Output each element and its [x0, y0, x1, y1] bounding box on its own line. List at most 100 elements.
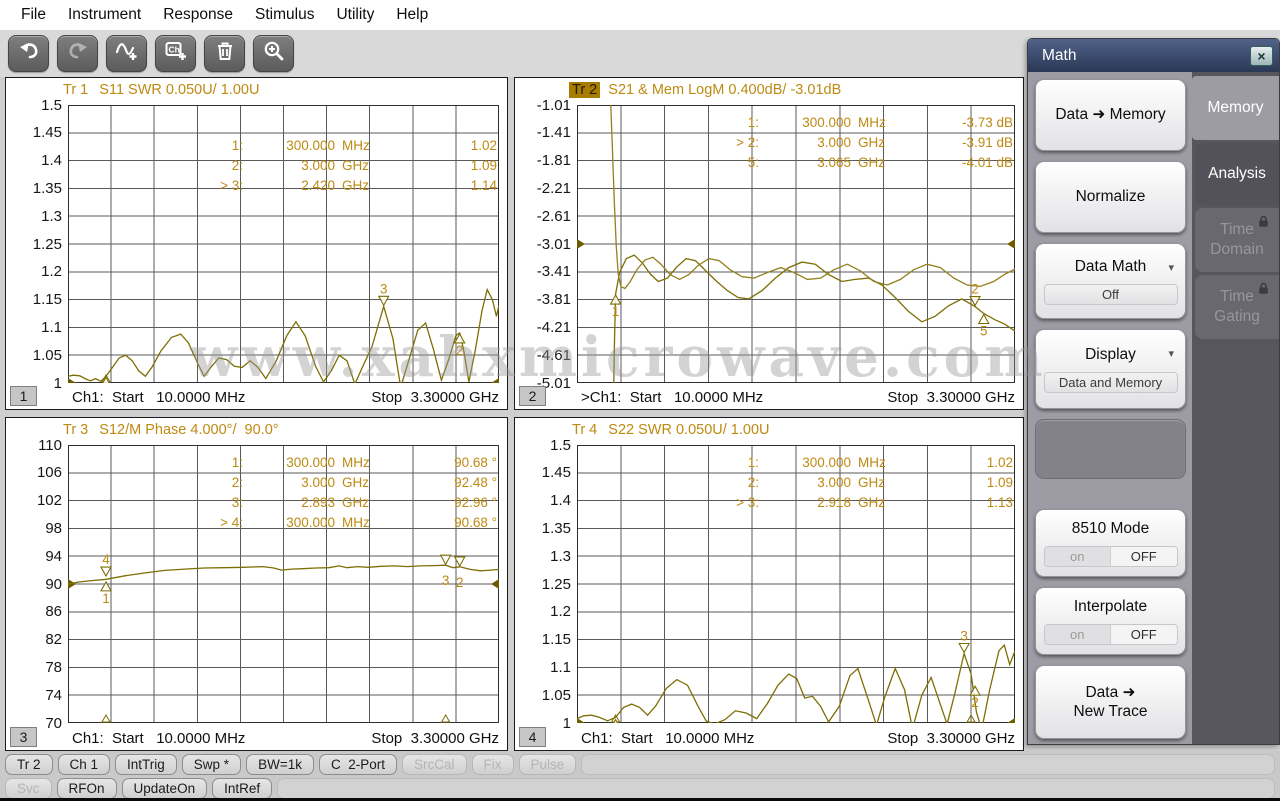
interpolate-toggle[interactable]: onOFF — [1044, 624, 1178, 645]
status-inttrig[interactable]: IntTrig — [115, 754, 177, 775]
zoom-button[interactable] — [253, 35, 294, 72]
y-axis-tick: -4.21 — [517, 319, 571, 336]
y-axis-tick: -4.61 — [517, 347, 571, 364]
marker-table-row: 2:3.000GHz1.09 — [713, 472, 1013, 492]
y-axis-tick: 1.4 — [517, 492, 571, 509]
status-empty-track — [277, 778, 1275, 799]
delete-button[interactable] — [204, 35, 245, 72]
marker-number: 3 — [442, 573, 450, 588]
y-axis-tick: 94 — [8, 548, 62, 565]
tab-analysis[interactable]: Analysis — [1195, 143, 1279, 205]
chart-tr1: Tr 1 S11 SWR 0.050U/ 1.00U1.51.451.41.35… — [5, 77, 508, 410]
channel-number-box[interactable]: 4 — [519, 727, 546, 747]
trace-label[interactable]: Tr 1 — [60, 82, 91, 98]
chevron-down-icon: ▾ — [1168, 347, 1174, 360]
marker-row-unit: GHz — [335, 475, 381, 490]
status-tr-2[interactable]: Tr 2 — [5, 754, 53, 775]
marker-triangle[interactable] — [101, 567, 111, 576]
status-c-2-port[interactable]: C 2-Port — [319, 754, 397, 775]
marker-row-frequency: 300.000 — [759, 115, 851, 130]
marker-table-row: > 4:300.000MHz90.68 ° — [197, 512, 497, 532]
y-axis-tick: 1.2 — [517, 603, 571, 620]
menu-item-stimulus[interactable]: Stimulus — [244, 6, 325, 24]
menu-item-file[interactable]: File — [10, 6, 57, 24]
marker-row-frequency: 2.893 — [243, 495, 335, 510]
marker-row-frequency: 300.000 — [759, 455, 851, 470]
marker-row-unit: MHz — [335, 455, 381, 470]
marker-table-row: > 2:3.000GHz-3.91 dB — [713, 132, 1013, 152]
marker-triangle[interactable] — [441, 555, 451, 564]
chart-tr4: Tr 4 S22 SWR 0.050U/ 1.00U1.51.451.41.35… — [514, 417, 1024, 751]
add-channel-button[interactable]: Ch — [155, 35, 196, 72]
chart-title-tr4: Tr 4 S22 SWR 0.050U/ 1.00U — [569, 422, 770, 438]
channel-number-box[interactable]: 1 — [10, 386, 37, 406]
trace-label[interactable]: Tr 4 — [569, 422, 600, 438]
add-trace-icon — [115, 39, 139, 68]
y-axis-tick: -1.01 — [517, 97, 571, 114]
marker-triangle[interactable] — [379, 296, 389, 305]
normalize-button[interactable]: Normalize — [1035, 161, 1186, 233]
marker-row-value: 1.09 — [381, 158, 497, 173]
marker-row-unit: GHz — [851, 475, 897, 490]
menu-item-response[interactable]: Response — [152, 6, 244, 24]
menu-item-help[interactable]: Help — [385, 6, 439, 24]
marker-row-label: 1: — [713, 455, 759, 470]
menu-item-utility[interactable]: Utility — [325, 6, 385, 24]
marker-table-row: 2:3.000GHz1.09 — [197, 155, 497, 175]
status-fix: Fix — [472, 754, 514, 775]
y-axis-tick: -2.61 — [517, 208, 571, 225]
y-axis-tick: 86 — [8, 603, 62, 620]
marker-number: 1 — [612, 304, 620, 319]
trace-label[interactable]: Tr 3 — [60, 422, 91, 438]
status-ch-1[interactable]: Ch 1 — [58, 754, 111, 775]
mode-8510-toggle[interactable]: onOFF — [1044, 546, 1178, 567]
tab-label: Memory — [1208, 98, 1264, 118]
status-rfon[interactable]: RFOn — [57, 778, 117, 799]
tab-memory[interactable]: Memory — [1192, 76, 1279, 140]
status-bw-1k[interactable]: BW=1k — [246, 754, 314, 775]
y-axis-tick: 1.3 — [517, 548, 571, 565]
marker-row-value: 92.96 ° — [381, 495, 497, 510]
mode-8510-button[interactable]: 8510 Mode onOFF — [1035, 509, 1186, 577]
interpolate-button[interactable]: InterpolateonOFF — [1035, 587, 1186, 655]
add-trace-button[interactable] — [106, 35, 147, 72]
redo-button — [57, 35, 98, 72]
marker-triangle[interactable] — [101, 582, 111, 591]
status-intref[interactable]: IntRef — [212, 778, 272, 799]
marker-row-unit: GHz — [851, 135, 897, 150]
chart-footer: 1Ch1: Start 10.0000 MHzStop 3.30000 GHz — [6, 385, 507, 408]
delete-icon — [213, 39, 237, 68]
undo-button[interactable] — [8, 35, 49, 72]
data-to-new-trace-button[interactable]: Data ➜New Trace — [1035, 665, 1186, 739]
y-axis-tick: 90 — [8, 576, 62, 593]
marker-row-frequency: 2.918 — [759, 495, 851, 510]
stimulus-start-label: Ch1: Start 10.0000 MHz — [581, 730, 754, 747]
trace-label[interactable]: Tr 2 — [569, 82, 600, 98]
data-math-button[interactable]: Data Math▾Off — [1035, 243, 1186, 319]
trace-format-label: S21 & Mem LogM 0.400dB/ -3.01dB — [600, 82, 841, 98]
marker-row-value: -3.73 dB — [897, 115, 1013, 130]
display-button[interactable]: Display▾Data and Memory — [1035, 329, 1186, 409]
close-icon[interactable]: × — [1250, 46, 1273, 66]
channel-number-box[interactable]: 2 — [519, 386, 546, 406]
math-panel-title: Math — [1042, 47, 1250, 65]
marker-triangle[interactable] — [959, 644, 969, 653]
marker-row-unit: GHz — [851, 155, 897, 170]
data-to-memory-button[interactable]: Data ➜ Memory — [1035, 79, 1186, 151]
status-empty-track — [581, 754, 1275, 775]
marker-row-frequency: 3.000 — [759, 475, 851, 490]
data-math-value[interactable]: Off — [1044, 284, 1178, 305]
status-updateon[interactable]: UpdateOn — [122, 778, 208, 799]
status-srccal: SrcCal — [402, 754, 467, 775]
stimulus-stop-label: Stop 3.30000 GHz — [371, 730, 499, 747]
display-value[interactable]: Data and Memory — [1044, 372, 1178, 393]
marker-row-frequency: 2.420 — [243, 178, 335, 193]
trace-format-label: S11 SWR 0.050U/ 1.00U — [91, 82, 259, 98]
marker-row-label: 1: — [197, 138, 243, 153]
y-axis-tick: -1.41 — [517, 124, 571, 141]
status-swp-[interactable]: Swp * — [182, 754, 241, 775]
channel-number-box[interactable]: 3 — [10, 727, 37, 747]
menu-item-instrument[interactable]: Instrument — [57, 6, 152, 24]
marker-row-unit: MHz — [851, 115, 897, 130]
mode-8510-label: 8510 Mode — [1072, 519, 1150, 538]
